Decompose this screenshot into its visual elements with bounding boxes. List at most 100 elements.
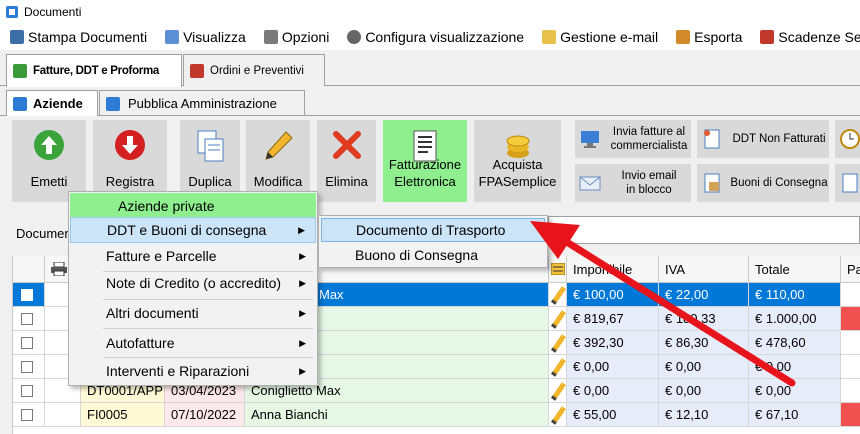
building-icon xyxy=(13,96,27,111)
schedule-button[interactable] xyxy=(835,120,860,158)
paid-cell xyxy=(841,355,860,378)
arrow-up-icon xyxy=(34,130,64,160)
invia-fatture-commercialista-button[interactable]: Invia fatture al commercialista xyxy=(575,120,691,158)
row-checkbox[interactable] xyxy=(21,408,33,421)
row-checkbox[interactable] xyxy=(21,336,33,349)
menu-configura[interactable]: Configura visualizzazione xyxy=(337,29,532,45)
registra-button[interactable]: Registra xyxy=(93,120,167,202)
submenu-arrow-icon: ▶ xyxy=(299,277,306,288)
client-cell: Anna Bianchi xyxy=(245,403,549,426)
duplica-button[interactable]: Duplica xyxy=(180,120,240,202)
buoni-consegna-button[interactable]: Buoni di Consegna xyxy=(697,164,829,202)
invoice-icon xyxy=(13,64,27,78)
row-checkbox[interactable] xyxy=(21,288,33,301)
row-checkbox[interactable] xyxy=(21,312,33,325)
modifica-button[interactable]: Modifica xyxy=(246,120,310,202)
document-number-cell: FI0005 xyxy=(81,403,165,426)
menu-item-interventi[interactable]: Interventi e Riparazioni ▶ xyxy=(70,358,316,384)
ddt-submenu: Documento di Trasporto Buono di Consegna xyxy=(318,215,548,268)
app-icon xyxy=(6,6,18,18)
date-cell: 07/10/2022 xyxy=(165,403,245,426)
print-cell xyxy=(45,403,81,426)
export-icon xyxy=(676,30,691,44)
paid-cell xyxy=(841,379,860,402)
order-icon xyxy=(190,63,204,78)
menu-separator xyxy=(103,328,313,329)
clock-icon xyxy=(840,129,860,149)
menu-item-note-credito[interactable]: Note di Credito (o accredito) ▶ xyxy=(70,270,316,296)
unpaid-status-cell xyxy=(841,403,860,426)
invio-email-blocco-button[interactable]: Invio email in blocco xyxy=(575,164,691,202)
tab-fatture[interactable]: Fatture, DDT e Proforma xyxy=(6,54,182,87)
arrow-down-icon xyxy=(115,130,145,160)
menu-opzioni[interactable]: Opzioni xyxy=(254,29,337,45)
header-select[interactable] xyxy=(13,256,45,283)
imponibile-cell: € 55,00 xyxy=(567,403,659,426)
tools-icon xyxy=(263,30,278,44)
menu-item-autofatture[interactable]: Autofatture ▶ xyxy=(70,330,316,356)
paid-cell xyxy=(841,283,860,306)
row-checkbox-cell[interactable] xyxy=(13,331,45,354)
submenu-item-documento-trasporto[interactable]: Documento di Trasporto xyxy=(321,218,545,242)
calendar-icon xyxy=(760,30,775,44)
menu-item-fatture-parcelle[interactable]: Fatture e Parcelle ▶ xyxy=(70,243,316,269)
acquista-fpasemplice-button[interactable]: Acquista FPASemplice xyxy=(474,120,561,202)
menu-bar: Stampa Documenti Visualizza Opzioni Conf… xyxy=(0,24,860,50)
totale-cell: € 67,10 xyxy=(749,403,841,426)
printer-icon xyxy=(51,262,67,276)
menu-esporta[interactable]: Esporta xyxy=(666,29,750,45)
submenu-arrow-icon: ▶ xyxy=(299,337,306,348)
government-icon xyxy=(106,96,120,111)
client-cell: Max xyxy=(313,283,549,306)
menu-scadenze[interactable]: Scadenze Servizi xyxy=(750,29,860,45)
menu-item-aziende-private[interactable]: Aziende private xyxy=(70,193,316,219)
menu-item-altri-documenti[interactable]: Altri documenti ▶ xyxy=(70,300,316,326)
mail-icon xyxy=(542,30,557,44)
sub-tabs: Aziende Pubblica Amministrazione xyxy=(0,88,860,116)
row-checkbox-cell[interactable] xyxy=(13,403,45,426)
fatturazione-elettronica-button[interactable]: Fatturazione Elettronica xyxy=(383,120,467,202)
pencil-icon xyxy=(549,406,566,424)
emetti-button[interactable]: Emetti xyxy=(12,120,86,202)
page-icon xyxy=(842,173,858,193)
delete-x-icon xyxy=(332,131,361,159)
edit-cell[interactable] xyxy=(549,403,567,426)
menu-item-ddt-buoni[interactable]: DDT e Buoni di consegna ▶ xyxy=(70,217,316,243)
row-checkbox[interactable] xyxy=(21,384,33,397)
computer-upload-icon xyxy=(581,131,599,148)
copy-icon xyxy=(197,130,224,162)
row-checkbox-cell[interactable] xyxy=(13,307,45,330)
tab-pubblica-amministrazione[interactable]: Pubblica Amministrazione xyxy=(99,90,305,116)
submenu-item-buono-consegna[interactable]: Buono di Consegna xyxy=(321,243,545,267)
envelope-icon xyxy=(579,176,601,191)
table-row[interactable]: FI0005 07/10/2022 Anna Bianchi € 55,00 €… xyxy=(13,403,860,427)
coins-icon xyxy=(506,135,529,158)
tab-ordini[interactable]: Ordini e Preventivi xyxy=(183,54,325,86)
printer-icon xyxy=(10,30,24,44)
title-bar: Documenti xyxy=(0,0,860,24)
row-checkbox-cell[interactable] xyxy=(13,355,45,378)
row-checkbox[interactable] xyxy=(21,360,33,373)
window-title: Documenti xyxy=(24,5,82,19)
paid-cell xyxy=(841,331,860,354)
iva-cell: € 12,10 xyxy=(659,403,749,426)
annotation-arrow xyxy=(530,221,796,387)
menu-stampa-documenti[interactable]: Stampa Documenti xyxy=(0,29,155,45)
emetti-dropdown-menu: Aziende private DDT e Buoni di consegna ▶… xyxy=(68,191,318,386)
submenu-arrow-icon: ▶ xyxy=(299,307,306,318)
row-checkbox-cell[interactable] xyxy=(13,379,45,402)
document-icon xyxy=(165,30,180,44)
row-checkbox-cell[interactable] xyxy=(13,283,45,306)
tab-aziende[interactable]: Aziende xyxy=(6,90,98,116)
elimina-button[interactable]: Elimina xyxy=(317,120,376,202)
pencil-icon xyxy=(265,131,293,160)
ddt-non-fatturati-button[interactable]: DDT Non Fatturati xyxy=(697,120,829,158)
submenu-arrow-icon: ▶ xyxy=(299,365,306,376)
header-pagato[interactable]: Pa xyxy=(841,256,860,283)
menu-visualizza[interactable]: Visualizza xyxy=(155,29,254,45)
delivery-note-icon xyxy=(704,173,720,193)
main-tabs: Fatture, DDT e Proforma Ordini e Prevent… xyxy=(0,50,860,87)
extra-document-button[interactable] xyxy=(835,164,860,202)
ddt-document-icon xyxy=(704,129,720,149)
menu-gestione-email[interactable]: Gestione e-mail xyxy=(532,29,666,45)
